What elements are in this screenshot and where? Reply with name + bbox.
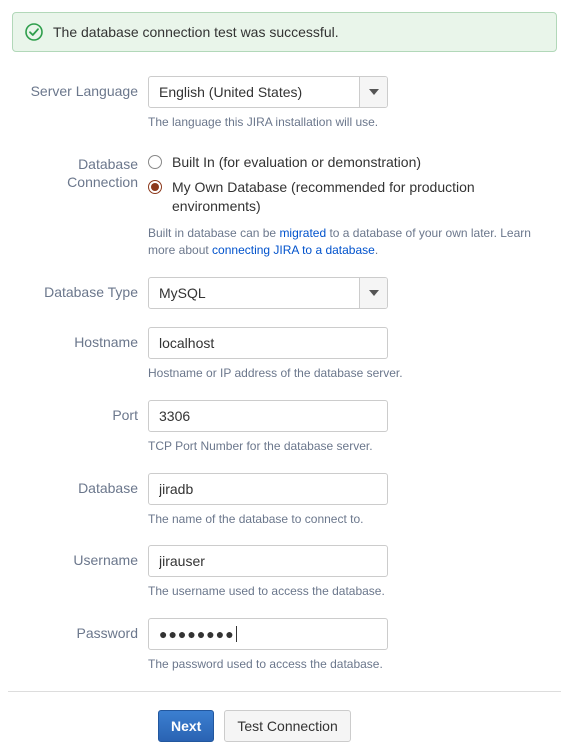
port-help: TCP Port Number for the database server. xyxy=(148,438,553,455)
server-language-label: Server Language xyxy=(8,76,148,100)
db-type-label: Database Type xyxy=(8,277,148,301)
server-language-select[interactable]: English (United States) xyxy=(148,76,388,108)
database-label: Database xyxy=(8,473,148,497)
db-type-value: MySQL xyxy=(149,278,359,308)
caret-down-icon xyxy=(359,278,387,308)
port-label: Port xyxy=(8,400,148,424)
radio-icon xyxy=(148,155,162,169)
caret-down-icon xyxy=(359,77,387,107)
hostname-input[interactable] xyxy=(148,327,388,359)
next-button[interactable]: Next xyxy=(158,710,214,742)
db-connection-builtin-option[interactable]: Built In (for evaluation or demonstratio… xyxy=(148,153,553,172)
db-connection-label: Database Connection xyxy=(8,149,148,191)
success-alert: The database connection test was success… xyxy=(12,12,557,52)
connecting-link[interactable]: connecting JIRA to a database xyxy=(212,243,375,257)
password-help: The password used to access the database… xyxy=(148,656,553,673)
server-language-value: English (United States) xyxy=(149,77,359,107)
password-input[interactable]: ●●●●●●●● xyxy=(148,618,388,650)
database-help: The name of the database to connect to. xyxy=(148,511,553,528)
radio-selected-icon xyxy=(148,180,162,194)
db-type-select[interactable]: MySQL xyxy=(148,277,388,309)
db-builtin-label: Built In (for evaluation or demonstratio… xyxy=(172,153,421,172)
hostname-help: Hostname or IP address of the database s… xyxy=(148,365,553,382)
divider xyxy=(8,691,561,692)
text-caret-icon xyxy=(236,626,237,642)
test-connection-button[interactable]: Test Connection xyxy=(224,710,350,742)
db-connection-help: Built in database can be migrated to a d… xyxy=(148,225,553,259)
success-message: The database connection test was success… xyxy=(53,24,339,40)
database-input[interactable] xyxy=(148,473,388,505)
port-input[interactable] xyxy=(148,400,388,432)
migrated-link[interactable]: migrated xyxy=(279,226,326,240)
db-own-label: My Own Database (recommended for product… xyxy=(172,178,553,216)
password-label: Password xyxy=(8,618,148,642)
db-connection-own-option[interactable]: My Own Database (recommended for product… xyxy=(148,178,553,216)
hostname-label: Hostname xyxy=(8,327,148,351)
server-language-help: The language this JIRA installation will… xyxy=(148,114,553,131)
username-input[interactable] xyxy=(148,545,388,577)
username-label: Username xyxy=(8,545,148,569)
check-circle-icon xyxy=(25,23,43,41)
username-help: The username used to access the database… xyxy=(148,583,553,600)
